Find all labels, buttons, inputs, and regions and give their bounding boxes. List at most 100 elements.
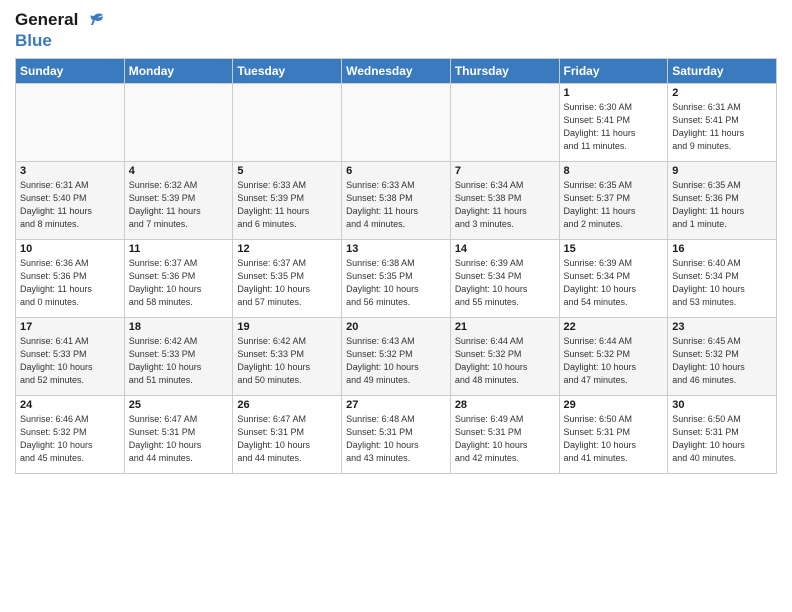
- logo-text-block: General Blue: [15, 10, 105, 50]
- day-info-line: Sunset: 5:38 PM: [455, 192, 555, 205]
- day-info-line: Sunset: 5:34 PM: [564, 270, 664, 283]
- logo-bird-icon: [85, 11, 105, 31]
- calendar-week-4: 17Sunrise: 6:41 AMSunset: 5:33 PMDayligh…: [16, 318, 777, 396]
- calendar-table: SundayMondayTuesdayWednesdayThursdayFrid…: [15, 58, 777, 474]
- calendar-header-row: SundayMondayTuesdayWednesdayThursdayFrid…: [16, 59, 777, 84]
- day-info-line: Sunrise: 6:42 AM: [237, 335, 337, 348]
- day-info-line: Sunrise: 6:48 AM: [346, 413, 446, 426]
- day-number: 16: [672, 243, 772, 255]
- day-info: Sunrise: 6:34 AMSunset: 5:38 PMDaylight:…: [455, 179, 555, 231]
- day-info-line: Sunset: 5:36 PM: [20, 270, 120, 283]
- day-info: Sunrise: 6:35 AMSunset: 5:36 PMDaylight:…: [672, 179, 772, 231]
- day-number: 12: [237, 243, 337, 255]
- day-info: Sunrise: 6:45 AMSunset: 5:32 PMDaylight:…: [672, 335, 772, 387]
- day-number: 13: [346, 243, 446, 255]
- calendar-cell: 9Sunrise: 6:35 AMSunset: 5:36 PMDaylight…: [668, 162, 777, 240]
- day-info-line: Daylight: 11 hours: [672, 127, 772, 140]
- day-info-line: Sunrise: 6:39 AM: [455, 257, 555, 270]
- day-info: Sunrise: 6:33 AMSunset: 5:38 PMDaylight:…: [346, 179, 446, 231]
- day-info: Sunrise: 6:33 AMSunset: 5:39 PMDaylight:…: [237, 179, 337, 231]
- calendar-cell: 20Sunrise: 6:43 AMSunset: 5:32 PMDayligh…: [342, 318, 451, 396]
- day-info-line: Sunset: 5:32 PM: [455, 348, 555, 361]
- day-info: Sunrise: 6:47 AMSunset: 5:31 PMDaylight:…: [237, 413, 337, 465]
- day-number: 17: [20, 321, 120, 333]
- calendar-cell: 15Sunrise: 6:39 AMSunset: 5:34 PMDayligh…: [559, 240, 668, 318]
- calendar-header-friday: Friday: [559, 59, 668, 84]
- day-info-line: and 55 minutes.: [455, 296, 555, 309]
- day-info-line: Sunset: 5:39 PM: [129, 192, 229, 205]
- day-info-line: Sunrise: 6:33 AM: [346, 179, 446, 192]
- day-info: Sunrise: 6:42 AMSunset: 5:33 PMDaylight:…: [129, 335, 229, 387]
- day-info-line: Daylight: 10 hours: [20, 361, 120, 374]
- day-number: 4: [129, 165, 229, 177]
- day-info: Sunrise: 6:32 AMSunset: 5:39 PMDaylight:…: [129, 179, 229, 231]
- calendar-week-3: 10 Sunrise: 6:36 AMSunset: 5:36 PMDayligh…: [16, 240, 777, 318]
- day-info: Sunrise: 6:37 AMSunset: 5:35 PMDaylight:…: [237, 257, 337, 309]
- calendar-header-saturday: Saturday: [668, 59, 777, 84]
- day-info-line: Daylight: 10 hours: [564, 361, 664, 374]
- calendar-cell: 22Sunrise: 6:44 AMSunset: 5:32 PMDayligh…: [559, 318, 668, 396]
- day-info-line: Sunrise: 6:45 AM: [672, 335, 772, 348]
- day-info-line: Sunset: 5:35 PM: [237, 270, 337, 283]
- calendar-cell: 27Sunrise: 6:48 AMSunset: 5:31 PMDayligh…: [342, 396, 451, 474]
- day-info-line: and 47 minutes.: [564, 374, 664, 387]
- day-number: 7: [455, 165, 555, 177]
- day-info-line: and 48 minutes.: [455, 374, 555, 387]
- day-info-line: and 54 minutes.: [564, 296, 664, 309]
- day-number: 11: [129, 243, 229, 255]
- day-number: 27: [346, 399, 446, 411]
- day-info-line: Sunset: 5:31 PM: [237, 426, 337, 439]
- day-info-line: and 6 minutes.: [237, 218, 337, 231]
- day-info-line: Daylight: 10 hours: [129, 361, 229, 374]
- day-info: Sunrise: 6:36 AMSunset: 5:36 PMDaylight:…: [20, 257, 120, 309]
- day-info-line: and 3 minutes.: [455, 218, 555, 231]
- day-info: Sunrise: 6:47 AMSunset: 5:31 PMDaylight:…: [129, 413, 229, 465]
- day-number: 25: [129, 399, 229, 411]
- day-info: Sunrise: 6:39 AMSunset: 5:34 PMDaylight:…: [455, 257, 555, 309]
- day-info-line: Sunrise: 6:35 AM: [672, 179, 772, 192]
- day-info-line: Daylight: 10 hours: [346, 361, 446, 374]
- day-info-line: and 44 minutes.: [237, 452, 337, 465]
- day-number: 3: [20, 165, 120, 177]
- day-info-line: Sunset: 5:41 PM: [564, 114, 664, 127]
- day-info-line: and 50 minutes.: [237, 374, 337, 387]
- day-info-line: Daylight: 11 hours: [564, 127, 664, 140]
- day-number: 20: [346, 321, 446, 333]
- day-info-line: Sunset: 5:32 PM: [564, 348, 664, 361]
- day-info-line: and 51 minutes.: [129, 374, 229, 387]
- day-info-line: Sunrise: 6:49 AM: [455, 413, 555, 426]
- day-info-line: Daylight: 11 hours: [20, 205, 120, 218]
- day-info-line: Sunset: 5:32 PM: [20, 426, 120, 439]
- calendar-cell: 6Sunrise: 6:33 AMSunset: 5:38 PMDaylight…: [342, 162, 451, 240]
- day-number: 5: [237, 165, 337, 177]
- day-info-line: and 4 minutes.: [346, 218, 446, 231]
- day-info-line: and 49 minutes.: [346, 374, 446, 387]
- day-info-line: Daylight: 10 hours: [346, 283, 446, 296]
- calendar-header-sunday: Sunday: [16, 59, 125, 84]
- calendar-cell: 11Sunrise: 6:37 AMSunset: 5:36 PMDayligh…: [124, 240, 233, 318]
- day-number: 28: [455, 399, 555, 411]
- header: General Blue: [15, 10, 777, 50]
- day-info-line: Daylight: 10 hours: [237, 439, 337, 452]
- calendar-cell: 17Sunrise: 6:41 AMSunset: 5:33 PMDayligh…: [16, 318, 125, 396]
- day-number: 10: [20, 243, 120, 255]
- day-info: Sunrise: 6:31 AMSunset: 5:40 PMDaylight:…: [20, 179, 120, 231]
- day-info-line: Sunset: 5:41 PM: [672, 114, 772, 127]
- day-info-line: Daylight: 11 hours: [20, 283, 120, 296]
- day-number: 26: [237, 399, 337, 411]
- calendar-cell: 5 Sunrise: 6:33 AMSunset: 5:39 PMDaylight…: [233, 162, 342, 240]
- day-info-line: Daylight: 10 hours: [129, 283, 229, 296]
- day-info-line: Daylight: 10 hours: [455, 439, 555, 452]
- day-number: 24: [20, 399, 120, 411]
- day-info-line: and 45 minutes.: [20, 452, 120, 465]
- day-info-line: Sunrise: 6:50 AM: [672, 413, 772, 426]
- day-info-line: Daylight: 10 hours: [237, 361, 337, 374]
- day-info-line: Sunset: 5:34 PM: [672, 270, 772, 283]
- day-info-line: Sunrise: 6:50 AM: [564, 413, 664, 426]
- day-info-line: Sunrise: 6:30 AM: [564, 101, 664, 114]
- calendar-cell: 18Sunrise: 6:42 AMSunset: 5:33 PMDayligh…: [124, 318, 233, 396]
- day-info-line: Sunrise: 6:47 AM: [129, 413, 229, 426]
- day-info-line: Sunrise: 6:31 AM: [20, 179, 120, 192]
- logo-general: General: [15, 10, 105, 31]
- calendar-cell: 23Sunrise: 6:45 AMSunset: 5:32 PMDayligh…: [668, 318, 777, 396]
